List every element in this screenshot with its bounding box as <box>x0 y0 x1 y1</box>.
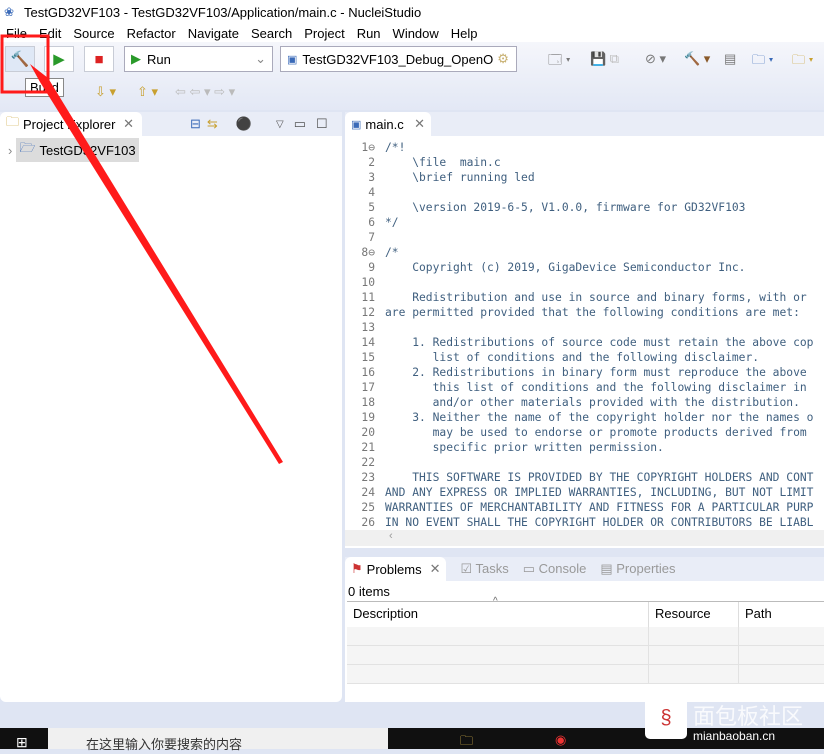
red-arrow <box>30 64 283 464</box>
annotation-overlay <box>0 34 283 464</box>
